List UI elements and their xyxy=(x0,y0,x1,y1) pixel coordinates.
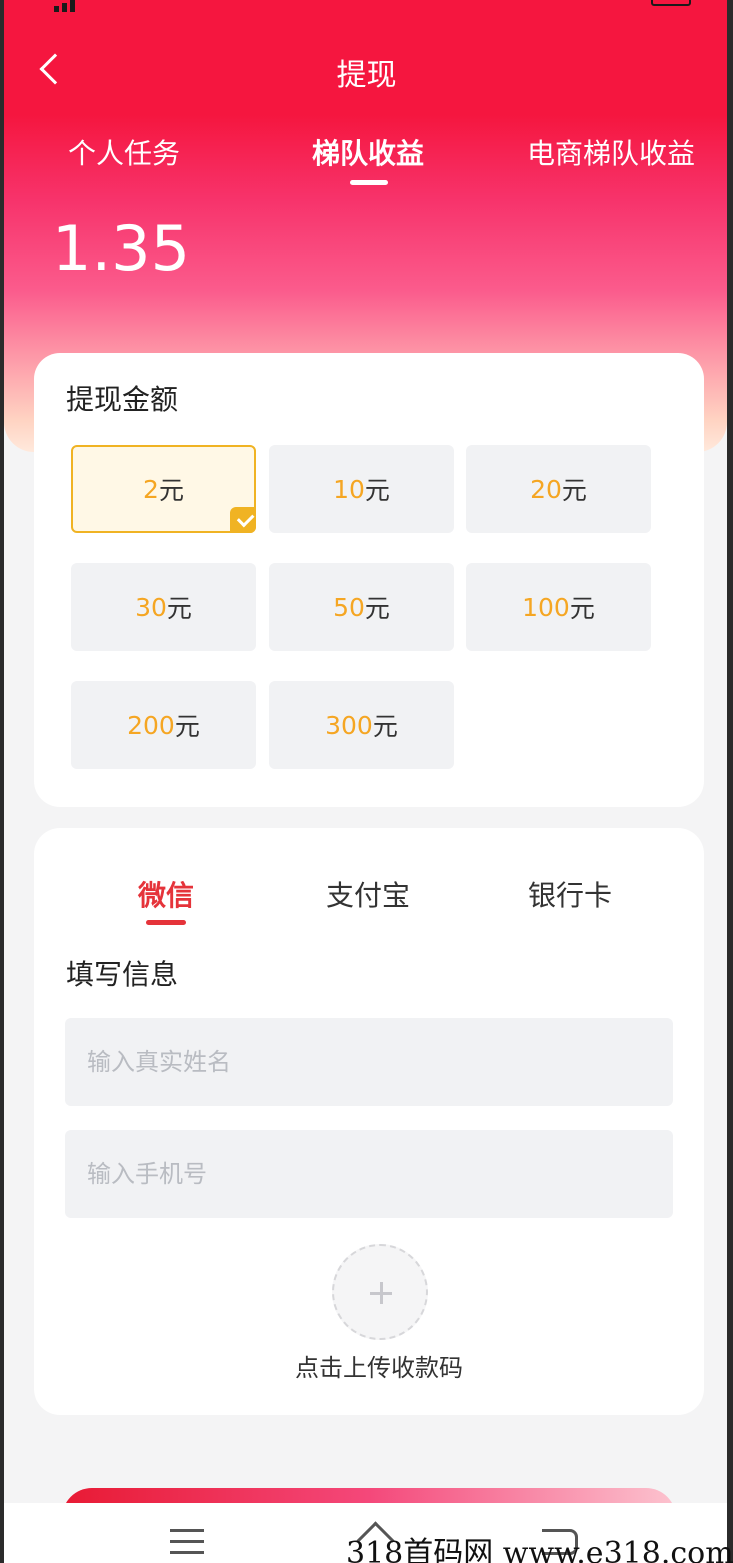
plus-icon xyxy=(380,1282,383,1304)
tab-ecommerce-team-earnings[interactable]: 电商梯队收益 xyxy=(527,132,695,172)
amount-option-20[interactable]: 20 元 xyxy=(466,445,651,533)
amount-unit: 元 xyxy=(166,594,192,623)
amount-value: 2 xyxy=(143,474,159,504)
real-name-input[interactable] xyxy=(65,1018,673,1106)
amount-value: 20 xyxy=(530,474,562,504)
tab-personal-tasks[interactable]: 个人任务 xyxy=(68,132,180,172)
phone-input[interactable] xyxy=(65,1130,673,1218)
amount-option-30[interactable]: 30 元 xyxy=(71,563,256,651)
amount-option-50[interactable]: 50 元 xyxy=(269,563,454,651)
amount-value: 200 xyxy=(127,710,175,740)
tab-alipay[interactable]: 支付宝 xyxy=(326,874,410,914)
info-section-title: 填写信息 xyxy=(66,958,179,991)
amount-unit: 元 xyxy=(364,594,390,623)
amount-unit: 元 xyxy=(174,712,200,741)
amount-unit: 元 xyxy=(569,594,595,623)
upload-label[interactable]: 点击上传收款码 xyxy=(34,1348,724,1383)
tab-team-earnings[interactable]: 梯队收益 xyxy=(312,132,424,172)
payment-info-card: 微信 支付宝 银行卡 填写信息 点击上传收款码 xyxy=(34,828,704,1415)
signal-icon xyxy=(54,0,154,12)
amount-option-100[interactable]: 100 元 xyxy=(466,563,651,651)
status-icons xyxy=(551,0,691,6)
amount-option-200[interactable]: 200 元 xyxy=(71,681,256,769)
menu-icon[interactable] xyxy=(170,1529,204,1555)
tab-wechat[interactable]: 微信 xyxy=(138,874,194,914)
amount-value: 100 xyxy=(522,592,570,622)
upload-qr-button[interactable] xyxy=(332,1244,428,1340)
payment-tab-indicator xyxy=(146,920,186,925)
amount-unit: 元 xyxy=(158,476,184,505)
amount-option-2[interactable]: 2元 xyxy=(71,445,256,533)
check-icon xyxy=(230,507,256,533)
page-title: 提现 xyxy=(336,58,397,93)
amount-option-300[interactable]: 300 元 xyxy=(269,681,454,769)
amount-unit: 元 xyxy=(372,712,398,741)
active-tab-indicator xyxy=(350,180,388,185)
withdraw-amount-card: 提现金额 2元 10 元 20 元 30 元 50 元 100 元 200 元 300 元 xyxy=(34,353,704,807)
amount-value: 50 xyxy=(333,592,365,622)
amount-unit: 元 xyxy=(364,476,390,505)
amount-value: 300 xyxy=(325,710,373,740)
watermark: 318首码网 www.e318.com xyxy=(346,1536,733,1563)
battery-icon xyxy=(651,0,691,6)
status-bar xyxy=(4,0,727,12)
frame-border-right xyxy=(727,0,733,1563)
amount-value: 30 xyxy=(135,592,167,622)
amount-section-title: 提现金额 xyxy=(66,383,179,416)
frame-border-left xyxy=(0,0,4,1563)
amount-value: 10 xyxy=(333,474,365,504)
amount-option-10[interactable]: 10 元 xyxy=(269,445,454,533)
tab-bank-card[interactable]: 银行卡 xyxy=(528,874,612,914)
balance-amount: 1.35 xyxy=(52,212,191,285)
amount-unit: 元 xyxy=(561,476,587,505)
